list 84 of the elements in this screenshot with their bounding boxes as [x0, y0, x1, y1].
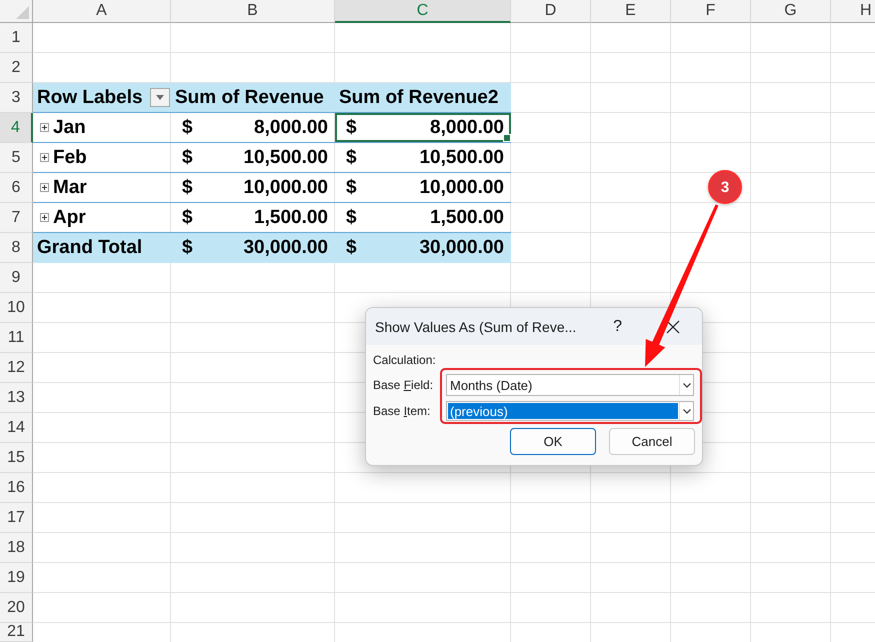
currency-symbol: $ — [346, 146, 357, 168]
cell-value: 10,500.00 — [243, 146, 328, 168]
column-header[interactable]: C — [335, 0, 511, 23]
row-header[interactable]: 6 — [0, 173, 33, 203]
table-header-cell: Sum of Revenue — [171, 83, 335, 113]
row-header[interactable]: 2 — [0, 53, 33, 83]
row-label: Jan — [53, 116, 86, 138]
row-header[interactable]: 19 — [0, 563, 33, 593]
table-cell[interactable]: $ 30,000.00 — [335, 233, 511, 263]
dialog-button[interactable]: Cancel — [609, 428, 695, 455]
row-header[interactable]: 21 — [0, 623, 33, 642]
plus-box-icon[interactable] — [40, 123, 49, 132]
chevron-down-icon — [682, 408, 690, 414]
row-header[interactable]: 3 — [0, 83, 33, 113]
row-header[interactable]: 17 — [0, 503, 33, 533]
row-header[interactable]: 7 — [0, 203, 33, 233]
plus-box-icon[interactable] — [40, 183, 49, 192]
cell-value: 30,000.00 — [419, 236, 504, 258]
cell-value: 10,000.00 — [419, 176, 504, 198]
currency-symbol: $ — [346, 236, 357, 258]
filter-dropdown-button[interactable] — [150, 88, 170, 107]
row-header[interactable]: 9 — [0, 263, 33, 293]
row-header[interactable]: 8 — [0, 233, 33, 263]
row-header[interactable]: 4 — [0, 113, 33, 143]
table-cell[interactable]: $ 30,000.00 — [171, 233, 335, 263]
row-header[interactable]: 11 — [0, 323, 33, 353]
column-header[interactable]: B — [171, 0, 335, 23]
row-header[interactable]: 5 — [0, 143, 33, 173]
row-header[interactable]: 15 — [0, 443, 33, 473]
cell-value: 30,000.00 — [243, 236, 328, 258]
row-header[interactable]: 10 — [0, 293, 33, 323]
table-cell[interactable]: $ 8,000.00 — [335, 113, 511, 143]
table-header-cell: Sum of Revenue2 — [335, 83, 511, 113]
row-label: Mar — [53, 176, 87, 198]
currency-symbol: $ — [346, 116, 357, 138]
table-cell[interactable]: $ 10,000.00 — [335, 173, 511, 203]
column-header[interactable]: F — [671, 0, 751, 23]
cell-value: 8,000.00 — [254, 116, 328, 138]
cell-value: 10,000.00 — [243, 176, 328, 198]
table-cell[interactable]: $ 10,500.00 — [171, 143, 335, 173]
currency-symbol: $ — [182, 116, 193, 138]
currency-symbol: $ — [182, 146, 193, 168]
row-header[interactable]: 18 — [0, 533, 33, 563]
currency-symbol: $ — [346, 176, 357, 198]
cell-value: 1,500.00 — [430, 206, 504, 228]
column-header[interactable]: D — [511, 0, 591, 23]
row-header[interactable]: 1 — [0, 23, 33, 53]
row-header[interactable]: 13 — [0, 383, 33, 413]
close-icon[interactable] — [666, 320, 680, 334]
chevron-down-icon — [682, 382, 690, 388]
plus-box-icon[interactable] — [40, 213, 49, 222]
row-header[interactable]: 16 — [0, 473, 33, 503]
cell-value: 8,000.00 — [430, 116, 504, 138]
table-cell[interactable]: $ 10,000.00 — [171, 173, 335, 203]
table-cell[interactable]: $ 8,000.00 — [171, 113, 335, 143]
triangle-icon — [16, 6, 29, 19]
dropdown-field[interactable]: (previous) — [446, 401, 694, 421]
currency-symbol: $ — [182, 206, 193, 228]
cell-value: 10,500.00 — [419, 146, 504, 168]
column-header[interactable]: E — [591, 0, 671, 23]
row-header[interactable]: 12 — [0, 353, 33, 383]
table-cell[interactable]: $ 10,500.00 — [335, 143, 511, 173]
calculation-label: Calculation: — [373, 353, 437, 368]
currency-symbol: $ — [182, 236, 193, 258]
total-label: Grand Total — [33, 233, 171, 263]
row-header[interactable]: 14 — [0, 413, 33, 443]
header-label: Row Labels — [37, 86, 143, 108]
plus-box-icon[interactable] — [40, 153, 49, 162]
row-label: Feb — [53, 146, 87, 168]
column-header[interactable]: G — [751, 0, 831, 23]
currency-symbol: $ — [182, 176, 193, 198]
field-label: Base Item: — [373, 403, 432, 420]
dialog-button[interactable]: OK — [510, 428, 596, 455]
row-label: Apr — [53, 206, 86, 228]
dropdown-field[interactable]: Months (Date) — [446, 374, 694, 396]
column-header[interactable]: A — [33, 0, 171, 23]
dialog-title: Show Values As (Sum of Reve... — [375, 318, 578, 334]
row-header[interactable]: 20 — [0, 593, 33, 623]
currency-symbol: $ — [346, 206, 357, 228]
caret-down-icon — [156, 95, 164, 100]
field-label: Base Field: — [373, 377, 434, 394]
help-button[interactable]: ? — [613, 318, 622, 336]
cell-value: 1,500.00 — [254, 206, 328, 228]
column-header[interactable]: H — [831, 0, 875, 23]
